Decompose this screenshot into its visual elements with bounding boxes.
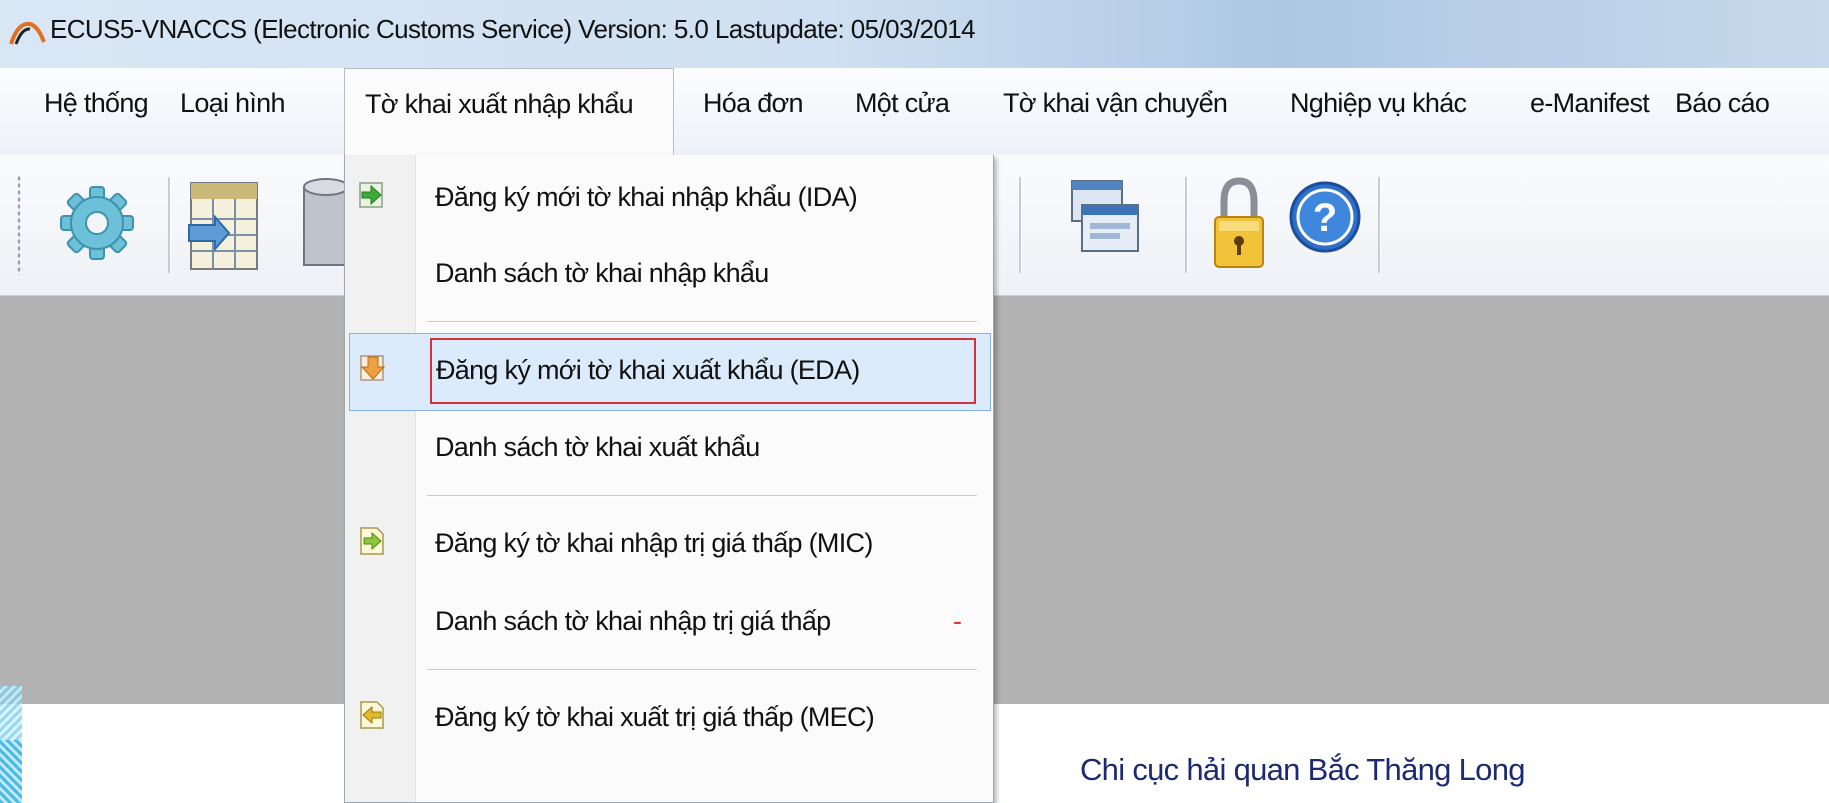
menu-item-mec[interactable]: Đăng ký tờ khai xuất trị giá thấp (MEC)	[345, 681, 993, 759]
help-icon[interactable]: ?	[1287, 175, 1363, 265]
app-logo-icon	[9, 21, 46, 45]
title-bar: ECUS5-VNACCS (Electronic Customs Service…	[0, 0, 1829, 68]
menu-item-label: Đăng ký tờ khai nhập trị giá thấp (MIC)	[435, 528, 873, 558]
export-arrow-icon	[360, 355, 386, 381]
menu-nghiep-vu-khac[interactable]: Nghiệp vụ khác	[1290, 88, 1467, 119]
menu-bao-cao[interactable]: Báo cáo	[1675, 88, 1770, 119]
menu-item-danh-sach-xuat-khau[interactable]: Danh sách tờ khai xuất khẩu	[345, 411, 993, 489]
gear-icon[interactable]	[58, 175, 136, 270]
import-arrow-icon	[359, 182, 383, 208]
menu-item-label: Danh sách tờ khai xuất khẩu	[435, 432, 760, 462]
menu-item-label: Danh sách tờ khai nhập khẩu	[435, 258, 769, 288]
menu-item-ida[interactable]: Đăng ký mới tờ khai nhập khẩu (IDA)	[345, 161, 993, 239]
menu-item-danh-sach-nhap-khau[interactable]: Danh sách tờ khai nhập khẩu	[345, 237, 993, 315]
menu-item-label: Đăng ký tờ khai xuất trị giá thấp (MEC)	[435, 702, 875, 732]
menu-mot-cua[interactable]: Một cửa	[855, 88, 950, 119]
toolbar-grip[interactable]	[17, 175, 21, 275]
doc-export-icon	[360, 701, 384, 729]
window-title: ECUS5-VNACCS (Electronic Customs Service…	[50, 14, 976, 44]
menu-item-eda[interactable]: Đăng ký mới tờ khai xuất khẩu (EDA)	[349, 333, 991, 411]
table-import-icon[interactable]	[185, 175, 263, 275]
menu-he-thong[interactable]: Hệ thống	[44, 88, 149, 119]
lock-icon[interactable]	[1212, 175, 1266, 275]
menu-item-danh-sach-nhap-tri-gia-thap[interactable]: Danh sách tờ khai nhập trị giá thấp -	[345, 585, 993, 663]
menu-item-label: Đăng ký mới tờ khai xuất khẩu (EDA)	[436, 355, 860, 385]
menu-loai-hinh[interactable]: Loại hình	[180, 88, 286, 119]
database-icon[interactable]	[300, 175, 348, 275]
menu-separator	[427, 495, 977, 497]
menu-bar: Hệ thống Loại hình Tờ khai xuất nhập khẩ…	[0, 68, 1829, 156]
menu-hoa-don[interactable]: Hóa đơn	[703, 88, 804, 119]
toolbar-separator	[168, 177, 171, 273]
menu-item-mic[interactable]: Đăng ký tờ khai nhập trị giá thấp (MIC)	[345, 507, 993, 585]
menu-separator	[427, 669, 977, 671]
windows-icon[interactable]	[1068, 175, 1144, 275]
menu-e-manifest[interactable]: e-Manifest	[1530, 88, 1650, 119]
decorative-stripe	[0, 740, 22, 803]
doc-import-icon	[360, 527, 384, 555]
menu-to-khai-xuat-nhap-khau[interactable]: Tờ khai xuất nhập khẩu	[344, 68, 674, 156]
toolbar-separator	[1378, 177, 1381, 273]
menu-label: Tờ khai xuất nhập khẩu	[365, 89, 634, 119]
menu-item-label: Đăng ký mới tờ khai nhập khẩu (IDA)	[435, 182, 858, 212]
menu-to-khai-van-chuyen[interactable]: Tờ khai vận chuyển	[1003, 88, 1228, 119]
dropdown-menu: Đăng ký mới tờ khai nhập khẩu (IDA) Danh…	[344, 155, 994, 803]
toolbar-separator	[1185, 177, 1188, 273]
menu-item-label: Danh sách tờ khai nhập trị giá thấp	[435, 606, 831, 636]
customs-office-label: Chi cục hải quan Bắc Thăng Long	[1080, 752, 1525, 787]
menu-separator	[427, 321, 977, 323]
svg-text:?: ?	[1313, 196, 1337, 240]
red-dash-marker: -	[953, 606, 962, 636]
toolbar-separator	[1019, 177, 1022, 273]
